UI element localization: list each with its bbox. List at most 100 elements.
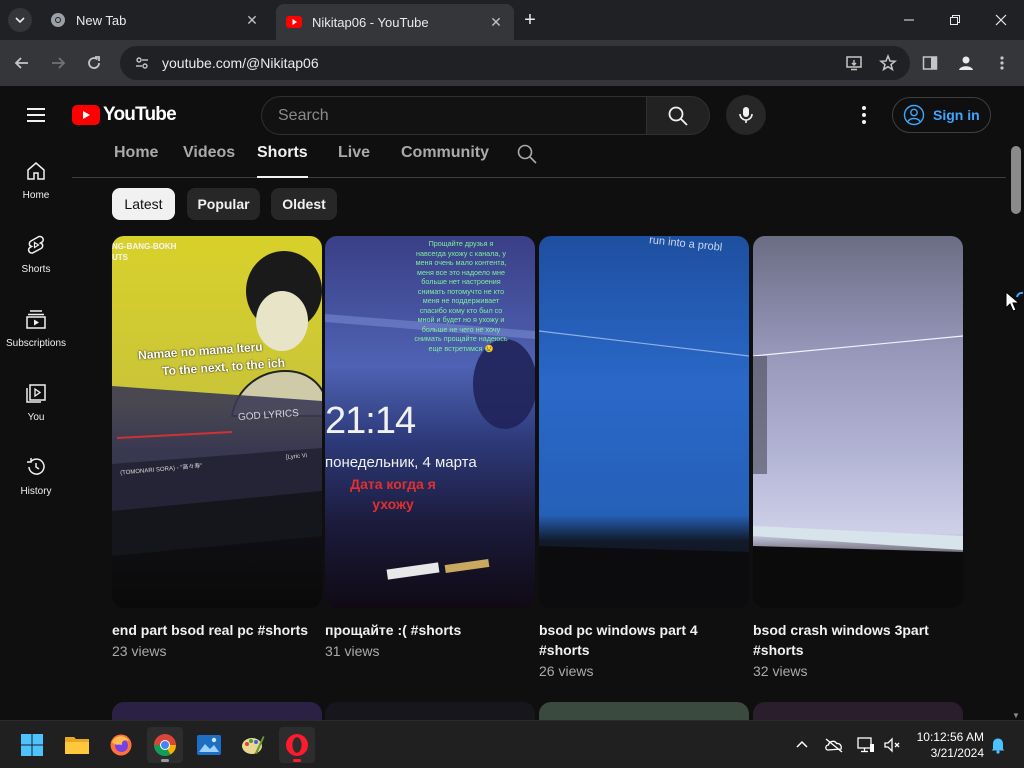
tab-youtube[interactable]: Nikitap06 - YouTube ✕ — [276, 4, 514, 40]
network-status[interactable] — [854, 733, 878, 757]
short-card[interactable]: Прощайте друзья я навсегда ухожу с канал… — [325, 236, 535, 659]
guide-label: Home — [22, 190, 50, 201]
short-thumbnail[interactable] — [753, 236, 963, 608]
scroll-down-arrow-icon[interactable]: ▼ — [1012, 711, 1020, 720]
tab-live[interactable]: Live — [338, 144, 370, 178]
profile-button[interactable] — [954, 51, 978, 75]
back-button[interactable] — [10, 51, 34, 75]
side-panel-icon — [922, 56, 938, 70]
windows-taskbar: 10:12:56 AM 3/21/2024 — [0, 720, 1024, 768]
restore-icon — [950, 15, 960, 25]
opera-icon — [286, 734, 308, 756]
guide-item-shorts[interactable]: Shorts — [0, 218, 72, 292]
url-text[interactable]: youtube.com/@Nikitap06 — [162, 55, 842, 71]
restore-button[interactable] — [932, 0, 978, 40]
close-tab-icon[interactable]: ✕ — [242, 10, 262, 30]
chip-popular[interactable]: Popular — [187, 188, 260, 220]
tab-home[interactable]: Home — [114, 144, 158, 178]
short-thumbnail[interactable]: NG-BANG-BOKH UTS Namae no mama Iteru To … — [112, 236, 322, 608]
overlay-text: UTS — [112, 253, 128, 262]
chip-latest[interactable]: Latest — [112, 188, 175, 220]
new-tab-button[interactable]: + — [519, 9, 541, 31]
browser-menu-button[interactable] — [990, 51, 1014, 75]
short-title[interactable]: прощайте :( #shorts — [325, 620, 535, 640]
home-icon — [27, 162, 45, 180]
short-card[interactable]: NG-BANG-BOKH UTS Namae no mama Iteru To … — [112, 236, 322, 659]
short-thumbnail-row2[interactable] — [539, 702, 749, 720]
reload-button[interactable] — [82, 51, 106, 75]
tab-shorts[interactable]: Shorts — [257, 144, 308, 178]
overlay-time: 21:14 — [325, 400, 416, 442]
overlay-date: понедельник, 4 марта — [325, 454, 477, 471]
show-hidden-icons-button[interactable] — [790, 733, 814, 757]
short-title[interactable]: bsod crash windows 3part #shorts — [753, 620, 963, 660]
search-input[interactable] — [278, 106, 646, 125]
taskbar-opera[interactable] — [279, 727, 315, 763]
reload-icon — [88, 56, 100, 69]
forward-button[interactable] — [46, 51, 70, 75]
sign-in-button[interactable]: Sign in — [892, 97, 991, 133]
tab-title: Nikitap06 - YouTube — [312, 14, 429, 30]
network-icon — [857, 737, 874, 753]
tab-new-tab[interactable]: New Tab ✕ — [40, 0, 270, 40]
bookmark-star-icon[interactable] — [876, 51, 900, 75]
taskbar-firefox[interactable] — [103, 727, 139, 763]
chrome-favicon-icon — [51, 13, 65, 27]
youtube-play-icon — [72, 105, 100, 125]
notifications-button[interactable] — [986, 733, 1010, 757]
short-card[interactable]: bsod crash windows 3part #shorts 32 view… — [753, 236, 963, 679]
short-thumbnail[interactable]: Прощайте друзья я навсегда ухожу с канал… — [325, 236, 535, 608]
close-window-button[interactable] — [978, 0, 1024, 40]
youtube-logo[interactable]: YouTube — [72, 104, 177, 126]
taskbar-file-explorer[interactable] — [59, 727, 95, 763]
onedrive-status[interactable] — [822, 733, 846, 757]
minimize-icon — [904, 19, 914, 21]
short-thumbnail-row2[interactable] — [112, 702, 322, 720]
search-button[interactable] — [646, 96, 710, 135]
site-info-icon[interactable] — [132, 53, 152, 73]
install-app-icon[interactable] — [842, 51, 866, 75]
tab-search-button[interactable] — [8, 8, 32, 32]
taskbar-paint[interactable] — [235, 727, 271, 763]
guide-item-you[interactable]: You — [0, 366, 72, 440]
paint-icon — [242, 736, 265, 754]
channel-tabs: Home Videos Shorts Live Community — [72, 134, 1006, 178]
running-indicator — [293, 759, 301, 762]
chip-oldest[interactable]: Oldest — [271, 188, 337, 220]
thumbnail-art — [112, 251, 322, 556]
search-box[interactable] — [261, 96, 646, 135]
short-card[interactable]: run into a probl bsod pc windows part 4 … — [539, 236, 749, 679]
short-views: 26 views — [539, 663, 594, 679]
short-title[interactable]: bsod pc windows part 4 #shorts — [539, 620, 749, 660]
taskbar-chrome[interactable] — [147, 727, 183, 763]
short-thumbnail[interactable]: run into a probl — [539, 236, 749, 608]
side-panel-button[interactable] — [918, 51, 942, 75]
taskbar-clock[interactable]: 10:12:56 AM 3/21/2024 — [906, 729, 984, 761]
scrollbar-thumb[interactable] — [1011, 146, 1021, 214]
chevron-down-icon — [15, 17, 25, 24]
tab-community[interactable]: Community — [401, 144, 489, 178]
tab-videos[interactable]: Videos — [183, 144, 235, 178]
taskbar-photos[interactable] — [191, 727, 227, 763]
close-tab-icon[interactable]: ✕ — [486, 12, 506, 32]
guide-menu-button[interactable] — [24, 103, 48, 127]
thumbnail-art — [753, 335, 963, 608]
address-bar[interactable]: youtube.com/@Nikitap06 — [120, 46, 910, 80]
voice-search-button[interactable] — [726, 95, 766, 135]
guide-label: Shorts — [21, 264, 51, 275]
channel-search-icon[interactable] — [515, 142, 539, 166]
you-icon — [26, 384, 46, 403]
mini-guide: Home Shorts Subscriptions You History — [0, 144, 72, 720]
microphone-icon — [739, 107, 753, 123]
short-thumbnail-row2[interactable] — [753, 702, 963, 720]
guide-item-home[interactable]: Home — [0, 144, 72, 218]
settings-more-button[interactable] — [852, 103, 876, 127]
guide-item-history[interactable]: History — [0, 440, 72, 514]
guide-item-subscriptions[interactable]: Subscriptions — [0, 292, 72, 366]
short-thumbnail-row2[interactable] — [325, 702, 535, 720]
minimize-button[interactable] — [886, 0, 932, 40]
start-button[interactable] — [14, 727, 50, 763]
short-title[interactable]: end part bsod real pc #shorts — [112, 620, 322, 640]
volume-status[interactable] — [880, 733, 904, 757]
page-scrollbar[interactable]: ▼ — [1009, 144, 1024, 720]
